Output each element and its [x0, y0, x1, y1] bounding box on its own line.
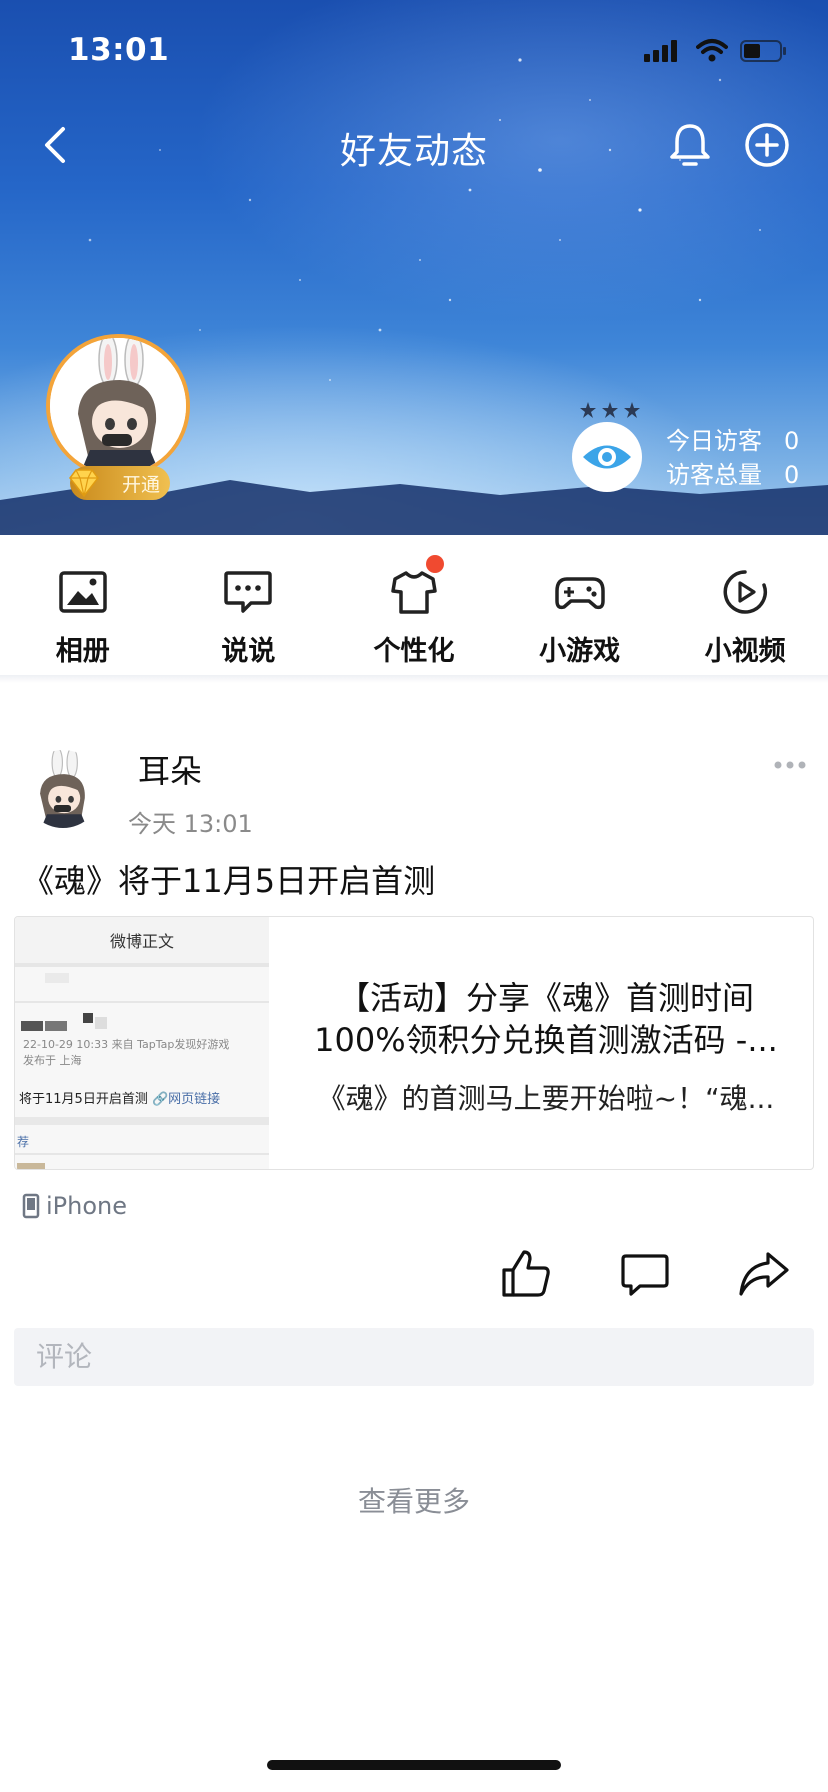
comment-input[interactable]: 评论 [14, 1328, 814, 1386]
more-dots-icon [774, 761, 806, 769]
shortcut-bar: 相册 说说 个性化 小游戏 小视频 [0, 535, 828, 675]
diamond-icon [69, 469, 99, 498]
thumb-link-text: 网页链接 [168, 1092, 221, 1107]
visitor-stats[interactable]: 今日访客 0 访客总量 0 [666, 424, 799, 492]
shortcut-personalize[interactable]: 个性化 [331, 535, 497, 675]
thumb-blur-block [17, 1163, 45, 1169]
bell-icon [670, 124, 710, 166]
link-thumbnail: 微博正文 22-10-29 10:33 来自 TapTap发现好游戏 发布于 上… [15, 917, 269, 1169]
like-button[interactable] [500, 1248, 552, 1300]
status-time: 13:01 [68, 32, 170, 68]
shortcut-shuoshuo[interactable]: 说说 [166, 535, 332, 675]
shortcut-shuoshuo-label: 说说 [221, 636, 276, 667]
thumb-separator [15, 1117, 269, 1125]
eye-icon [583, 445, 631, 469]
device-name: iPhone [46, 1192, 128, 1220]
thumb-blur-block [45, 973, 69, 983]
shortcut-minivideo-label: 小视频 [704, 636, 786, 667]
total-visitors-label: 访客总量 [666, 461, 762, 489]
plus-circle-icon [745, 123, 789, 167]
visitor-stars-icon [580, 402, 640, 418]
shortcut-personalize-label: 个性化 [373, 636, 455, 667]
section-divider [0, 675, 828, 683]
cover-background: 13:01 好友动态 开通 今日访客 0 访客总量 0 [0, 0, 828, 535]
total-visitors-count: 0 [784, 461, 800, 489]
post-text: 《魂》将于11月5日开启首测 [22, 862, 436, 900]
link-card-title-line: 【活动】分享《魂》首测时间 [337, 979, 754, 1017]
notifications-button[interactable] [665, 120, 715, 170]
shortcut-album[interactable]: 相册 [0, 535, 166, 675]
device-tag: iPhone [22, 1192, 127, 1220]
link-card-title: 【活动】分享《魂》首测时间 100%领积分兑换首测激活码 -... [291, 977, 801, 1061]
play-circle-icon [723, 570, 768, 614]
shortcut-minigame-label: 小游戏 [539, 636, 621, 667]
shortcut-album-label: 相册 [55, 636, 110, 667]
bunny-girl-avatar-image [50, 338, 186, 474]
shortcut-minigame[interactable]: 小游戏 [497, 535, 663, 675]
new-badge-dot [425, 555, 444, 573]
today-visitors-label: 今日访客 [666, 427, 762, 455]
link-card-summary: 《魂》的首测马上要开始啦~！“魂... [317, 1082, 775, 1115]
vip-label: 开通 [121, 473, 160, 496]
nav-bar: 好友动态 [0, 110, 828, 180]
gamepad-icon [554, 577, 605, 610]
thumb-link-icon: 🔗 [151, 1092, 169, 1107]
link-card-title-line: 100%领积分兑换首测激活码 -... [314, 1021, 778, 1059]
thumb-header: 微博正文 [15, 917, 269, 963]
battery-icon [740, 40, 786, 62]
photo-album-icon [59, 571, 107, 613]
shared-link-card[interactable]: 微博正文 22-10-29 10:33 来自 TapTap发现好游戏 发布于 上… [14, 916, 814, 1170]
post-author-avatar[interactable] [24, 750, 102, 828]
share-button[interactable] [738, 1250, 790, 1298]
thumb-meta-line: 22-10-29 10:33 来自 TapTap发现好游戏 [23, 1038, 230, 1051]
thumb-recommend: 荐 [17, 1135, 30, 1149]
bunny-girl-avatar-image [24, 750, 102, 828]
thumb-blur-block [21, 1021, 43, 1031]
thumb-text: 将于11月5日开启首测 🔗网页链接 [19, 1088, 220, 1107]
add-button[interactable] [742, 120, 792, 170]
thumb-separator [15, 1153, 269, 1155]
home-indicator[interactable] [267, 1760, 561, 1770]
comment-button[interactable] [620, 1252, 670, 1298]
thumb-blur-block [83, 1013, 93, 1023]
thumb-text-body: 将于11月5日开启首测 [19, 1092, 148, 1107]
thumb-separator [15, 1001, 269, 1003]
post-more-button[interactable] [772, 750, 808, 780]
see-more-button[interactable]: 查看更多 [0, 1480, 828, 1520]
post-author-name[interactable]: 耳朵 [138, 746, 202, 792]
vip-open-badge[interactable]: 开通 [69, 466, 170, 500]
thumbs-up-icon [502, 1250, 550, 1297]
thumb-separator [15, 963, 269, 967]
visitor-button[interactable] [572, 422, 642, 492]
phone-icon [22, 1193, 40, 1219]
today-visitors-count: 0 [784, 427, 800, 455]
wifi-icon [696, 39, 728, 62]
thumb-meta: 22-10-29 10:33 来自 TapTap发现好游戏 发布于 上海 [23, 1037, 229, 1069]
profile-avatar[interactable] [46, 334, 190, 478]
thumb-blur-block [45, 1021, 67, 1031]
status-icons [644, 38, 788, 64]
post-timestamp: 今天 13:01 [128, 810, 253, 838]
share-arrow-icon [739, 1252, 789, 1296]
thumb-blur-block [95, 1017, 107, 1029]
speech-bubble-icon [224, 571, 273, 613]
shortcut-minivideo[interactable]: 小视频 [662, 535, 828, 675]
thumb-meta-line: 发布于 上海 [23, 1054, 82, 1067]
total-visitors-row: 访客总量 0 [666, 458, 799, 492]
tshirt-icon [391, 571, 437, 614]
comment-icon [621, 1254, 669, 1296]
cellular-signal-icon [644, 40, 677, 62]
status-bar: 13:01 [0, 0, 828, 100]
today-visitors-row: 今日访客 0 [666, 424, 799, 458]
